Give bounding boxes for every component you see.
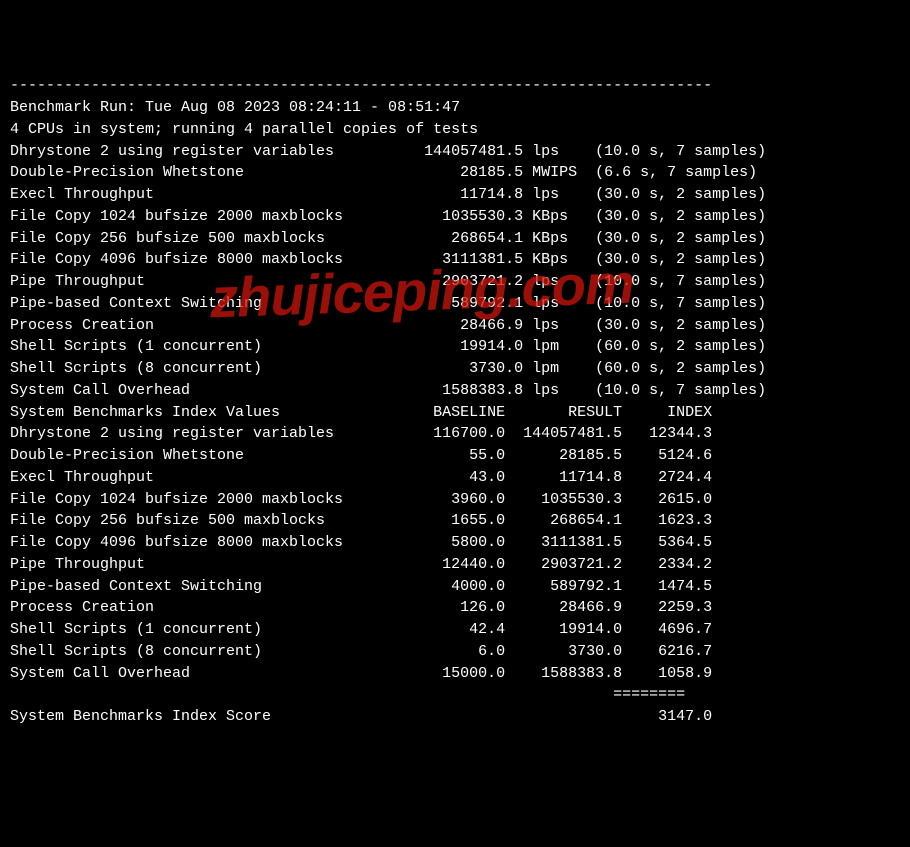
- terminal-line: File Copy 4096 bufsize 8000 maxblocks 58…: [10, 532, 900, 554]
- terminal-line: Dhrystone 2 using register variables 116…: [10, 423, 900, 445]
- terminal-line: Pipe Throughput 2903721.2 lps (10.0 s, 7…: [10, 271, 900, 293]
- terminal-line: File Copy 1024 bufsize 2000 maxblocks 39…: [10, 489, 900, 511]
- terminal-line: Double-Precision Whetstone 28185.5 MWIPS…: [10, 162, 900, 184]
- terminal-line: Shell Scripts (8 concurrent) 6.0 3730.0 …: [10, 641, 900, 663]
- terminal-line: Dhrystone 2 using register variables 144…: [10, 141, 900, 163]
- terminal-line: Execl Throughput 43.0 11714.8 2724.4: [10, 467, 900, 489]
- terminal-line: Pipe-based Context Switching 589792.1 lp…: [10, 293, 900, 315]
- terminal-line: ----------------------------------------…: [10, 75, 900, 97]
- terminal-line: 4 CPUs in system; running 4 parallel cop…: [10, 119, 900, 141]
- terminal-line: Process Creation 28466.9 lps (30.0 s, 2 …: [10, 315, 900, 337]
- terminal-line: Pipe Throughput 12440.0 2903721.2 2334.2: [10, 554, 900, 576]
- terminal-line: Execl Throughput 11714.8 lps (30.0 s, 2 …: [10, 184, 900, 206]
- terminal-line: System Benchmarks Index Score 3147.0: [10, 706, 900, 728]
- terminal-line: File Copy 1024 bufsize 2000 maxblocks 10…: [10, 206, 900, 228]
- terminal-line: Shell Scripts (1 concurrent) 19914.0 lpm…: [10, 336, 900, 358]
- terminal-output: ----------------------------------------…: [10, 75, 900, 728]
- terminal-line: Process Creation 126.0 28466.9 2259.3: [10, 597, 900, 619]
- terminal-line: File Copy 4096 bufsize 8000 maxblocks 31…: [10, 249, 900, 271]
- terminal-line: System Benchmarks Index Values BASELINE …: [10, 402, 900, 424]
- terminal-line: ========: [10, 684, 900, 706]
- terminal-line: File Copy 256 bufsize 500 maxblocks 1655…: [10, 510, 900, 532]
- terminal-line: Benchmark Run: Tue Aug 08 2023 08:24:11 …: [10, 97, 900, 119]
- terminal-line: System Call Overhead 1588383.8 lps (10.0…: [10, 380, 900, 402]
- terminal-line: File Copy 256 bufsize 500 maxblocks 2686…: [10, 228, 900, 250]
- terminal-line: System Call Overhead 15000.0 1588383.8 1…: [10, 663, 900, 685]
- terminal-line: Shell Scripts (8 concurrent) 3730.0 lpm …: [10, 358, 900, 380]
- terminal-line: Pipe-based Context Switching 4000.0 5897…: [10, 576, 900, 598]
- terminal-line: Double-Precision Whetstone 55.0 28185.5 …: [10, 445, 900, 467]
- terminal-line: Shell Scripts (1 concurrent) 42.4 19914.…: [10, 619, 900, 641]
